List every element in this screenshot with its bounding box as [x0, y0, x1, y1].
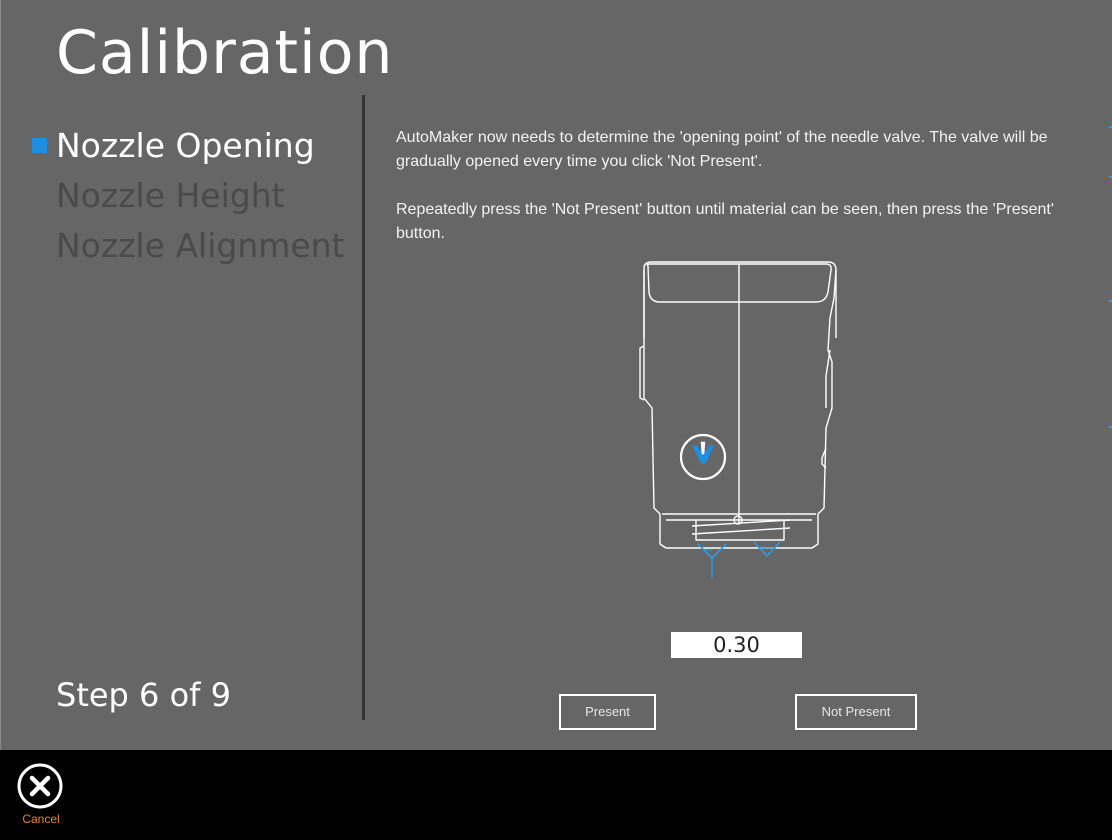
footer-bar: Cancel — [0, 750, 1112, 840]
step-counter: Step 6 of 9 — [56, 676, 231, 714]
valve-position-value: 0.30 — [671, 632, 802, 658]
present-button[interactable]: Present — [559, 694, 656, 730]
step-item-nozzle-alignment: Nozzle Alignment — [30, 222, 345, 272]
instruction-paragraph: Repeatedly press the 'Not Present' butto… — [396, 201, 1054, 242]
cancel-label: Cancel — [22, 812, 60, 826]
not-present-button[interactable]: Not Present — [795, 694, 917, 730]
instruction-paragraph: AutoMaker now needs to determine the 'op… — [396, 129, 1048, 170]
calibration-panel: Calibration Nozzle Opening Nozzle Height… — [0, 0, 1112, 750]
step-label: Nozzle Alignment — [56, 226, 345, 265]
cancel-button[interactable]: Cancel — [16, 762, 66, 826]
step-label: Nozzle Opening — [56, 126, 315, 165]
step-label: Nozzle Height — [56, 176, 285, 215]
step-item-nozzle-opening: Nozzle Opening — [30, 122, 345, 172]
instructions: AutoMaker now needs to determine the 'op… — [396, 126, 1086, 270]
print-head-illustration — [639, 261, 837, 578]
step-list: Nozzle Opening Nozzle Height Nozzle Alig… — [30, 122, 345, 272]
close-circle-icon — [17, 763, 63, 809]
panel-edge — [0, 0, 1, 750]
vertical-divider — [362, 95, 365, 720]
step-item-nozzle-height: Nozzle Height — [30, 172, 345, 222]
page-title: Calibration — [56, 18, 394, 88]
active-step-marker — [32, 138, 47, 153]
